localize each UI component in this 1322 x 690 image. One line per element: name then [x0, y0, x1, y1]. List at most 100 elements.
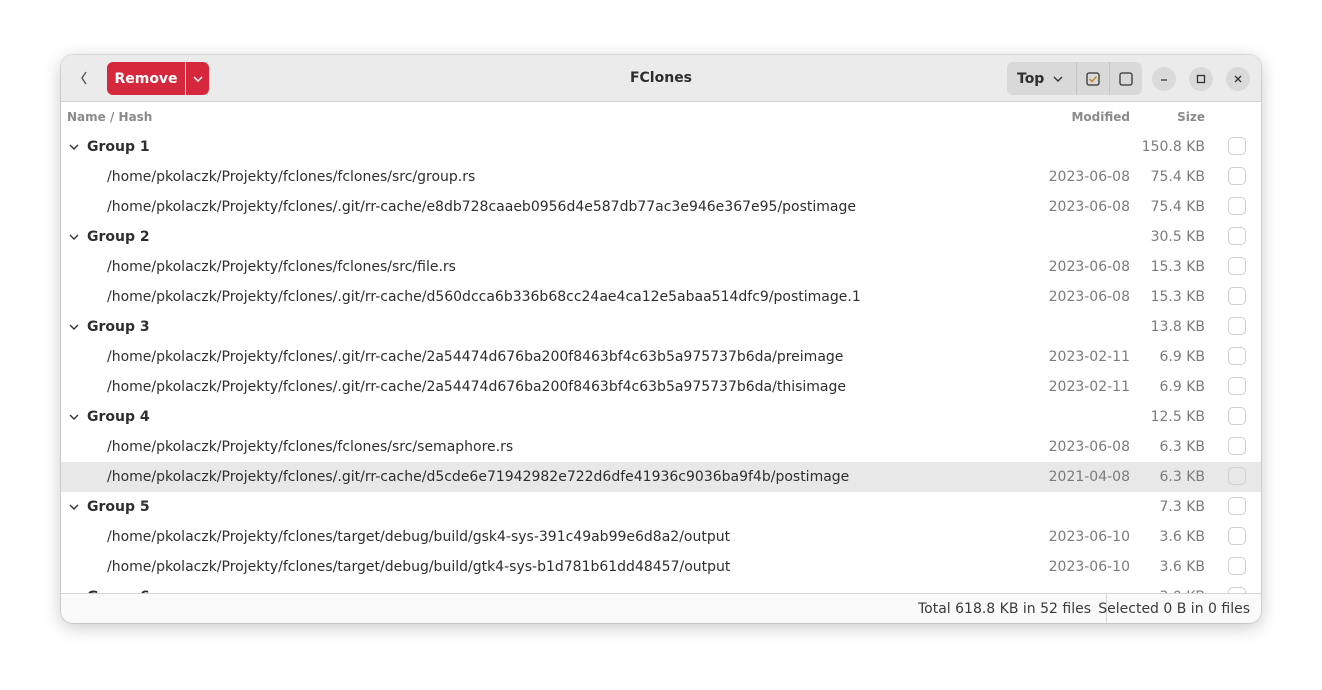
selection-toolbar: Top — [1007, 62, 1142, 95]
file-path: /home/pkolaczk/Projekty/fclones/.git/rr-… — [107, 349, 844, 365]
row-checkbox[interactable] — [1228, 257, 1246, 275]
expander-chevron-down-icon[interactable] — [68, 321, 80, 333]
column-header-size[interactable]: Size — [1177, 110, 1205, 124]
close-button[interactable] — [1226, 67, 1250, 91]
file-row[interactable]: /home/pkolaczk/Projekty/fclones/.git/rr-… — [61, 282, 1261, 312]
file-size: 75.4 KB — [1150, 199, 1205, 215]
row-checkbox[interactable] — [1228, 437, 1246, 455]
chevron-down-icon — [193, 76, 202, 82]
modified-date: 2023-02-11 — [1048, 349, 1130, 365]
expander-chevron-down-icon[interactable] — [68, 411, 80, 423]
group-name: Group 5 — [87, 499, 150, 515]
file-path: /home/pkolaczk/Projekty/fclones/.git/rr-… — [107, 199, 856, 215]
expander-chevron-down-icon[interactable] — [68, 501, 80, 513]
file-path: /home/pkolaczk/Projekty/fclones/.git/rr-… — [107, 379, 846, 395]
remove-menu-button[interactable] — [186, 62, 209, 95]
row-checkbox[interactable] — [1228, 557, 1246, 575]
file-row[interactable]: /home/pkolaczk/Projekty/fclones/fclones/… — [61, 432, 1261, 462]
duplicate-groups-list: Group 1 150.8 KB/home/pkolaczk/Projekty/f… — [61, 132, 1261, 593]
row-checkbox[interactable] — [1228, 227, 1246, 245]
row-checkbox[interactable] — [1228, 317, 1246, 335]
file-size: 15.3 KB — [1150, 289, 1205, 305]
checkbox-empty-icon — [1119, 71, 1133, 86]
group-row[interactable]: Group 5 7.3 KB — [61, 492, 1261, 522]
row-checkbox[interactable] — [1228, 467, 1246, 485]
modified-date: 2023-06-08 — [1048, 289, 1130, 305]
column-header-name[interactable]: Name / Hash — [67, 110, 152, 124]
status-selected: Selected 0 B in 0 files — [1098, 601, 1250, 617]
file-size: 12.5 KB — [1150, 409, 1205, 425]
file-path: /home/pkolaczk/Projekty/fclones/target/d… — [107, 529, 731, 545]
remove-split-button: Remove — [107, 62, 209, 95]
file-size: 15.3 KB — [1150, 259, 1205, 275]
remove-button[interactable]: Remove — [107, 62, 185, 95]
file-size: 6.3 KB — [1159, 469, 1206, 485]
row-checkbox[interactable] — [1228, 287, 1246, 305]
maximize-button[interactable] — [1189, 67, 1213, 91]
file-row[interactable]: /home/pkolaczk/Projekty/fclones/.git/rr-… — [61, 462, 1261, 492]
modified-date: 2023-06-08 — [1048, 169, 1130, 185]
row-checkbox[interactable] — [1228, 137, 1246, 155]
select-none-button[interactable] — [1109, 62, 1142, 95]
modified-date: 2021-04-08 — [1048, 469, 1130, 485]
modified-date: 2023-06-08 — [1048, 199, 1130, 215]
file-size: 30.5 KB — [1150, 229, 1205, 245]
file-size: 6.9 KB — [1159, 349, 1206, 365]
minimize-icon — [1161, 79, 1167, 81]
file-size: 3.6 KB — [1159, 559, 1206, 575]
file-size: 75.4 KB — [1150, 169, 1205, 185]
group-name: Group 4 — [87, 409, 150, 425]
group-row[interactable]: Group 4 12.5 KB — [61, 402, 1261, 432]
modified-date: 2023-06-08 — [1048, 259, 1130, 275]
header-bar: Remove FClones Top — [61, 55, 1261, 102]
file-row[interactable]: /home/pkolaczk/Projekty/fclones/.git/rr-… — [61, 192, 1261, 222]
group-row[interactable]: Group 2 30.5 KB — [61, 222, 1261, 252]
sort-dropdown-label: Top — [1017, 70, 1045, 87]
column-header-row: Name / Hash Modified Size — [61, 102, 1261, 130]
file-size: 6.3 KB — [1159, 439, 1206, 455]
fclones-window: Remove FClones Top Name / Hash Modified … — [61, 55, 1261, 623]
file-row[interactable]: /home/pkolaczk/Projekty/fclones/.git/rr-… — [61, 342, 1261, 372]
status-bar: Total 618.8 KB in 52 files Selected 0 B … — [61, 593, 1261, 623]
expander-chevron-down-icon[interactable] — [68, 141, 80, 153]
group-name: Group 1 — [87, 139, 150, 155]
row-checkbox[interactable] — [1228, 497, 1246, 515]
minimize-button[interactable] — [1152, 67, 1176, 91]
row-checkbox[interactable] — [1228, 197, 1246, 215]
file-row[interactable]: /home/pkolaczk/Projekty/fclones/target/d… — [61, 552, 1261, 582]
group-row[interactable]: Group 1 150.8 KB — [61, 132, 1261, 162]
group-row[interactable]: Group 3 13.8 KB — [61, 312, 1261, 342]
checkbox-checked-icon — [1086, 71, 1100, 86]
chevron-down-icon — [1053, 76, 1063, 82]
modified-date: 2023-02-11 — [1048, 379, 1130, 395]
file-path: /home/pkolaczk/Projekty/fclones/fclones/… — [107, 259, 456, 275]
back-button[interactable] — [73, 67, 95, 89]
modified-date: 2023-06-08 — [1048, 439, 1130, 455]
sort-dropdown[interactable]: Top — [1007, 62, 1076, 95]
file-row[interactable]: /home/pkolaczk/Projekty/fclones/fclones/… — [61, 252, 1261, 282]
column-header-modified[interactable]: Modified — [1071, 110, 1130, 124]
row-checkbox[interactable] — [1228, 347, 1246, 365]
file-size: 150.8 KB — [1141, 139, 1205, 155]
modified-date: 2023-06-10 — [1048, 559, 1130, 575]
group-name: Group 3 — [87, 319, 150, 335]
row-checkbox[interactable] — [1228, 377, 1246, 395]
maximize-icon — [1196, 74, 1206, 84]
group-row[interactable]: Group 63.0 KB — [61, 582, 1261, 593]
file-size: 7.3 KB — [1159, 499, 1206, 515]
file-row[interactable]: /home/pkolaczk/Projekty/fclones/fclones/… — [61, 162, 1261, 192]
file-path: /home/pkolaczk/Projekty/fclones/fclones/… — [107, 439, 514, 455]
expander-chevron-down-icon[interactable] — [68, 231, 80, 243]
close-icon — [1234, 75, 1242, 83]
row-checkbox[interactable] — [1228, 167, 1246, 185]
file-path: /home/pkolaczk/Projekty/fclones/.git/rr-… — [107, 469, 850, 485]
file-size: 3.6 KB — [1159, 529, 1206, 545]
row-checkbox[interactable] — [1228, 407, 1246, 425]
file-row[interactable]: /home/pkolaczk/Projekty/fclones/target/d… — [61, 522, 1261, 552]
file-path: /home/pkolaczk/Projekty/fclones/fclones/… — [107, 169, 476, 185]
file-size: 13.8 KB — [1150, 319, 1205, 335]
file-path: /home/pkolaczk/Projekty/fclones/target/d… — [107, 559, 731, 575]
file-row[interactable]: /home/pkolaczk/Projekty/fclones/.git/rr-… — [61, 372, 1261, 402]
row-checkbox[interactable] — [1228, 527, 1246, 545]
select-all-button[interactable] — [1076, 62, 1109, 95]
